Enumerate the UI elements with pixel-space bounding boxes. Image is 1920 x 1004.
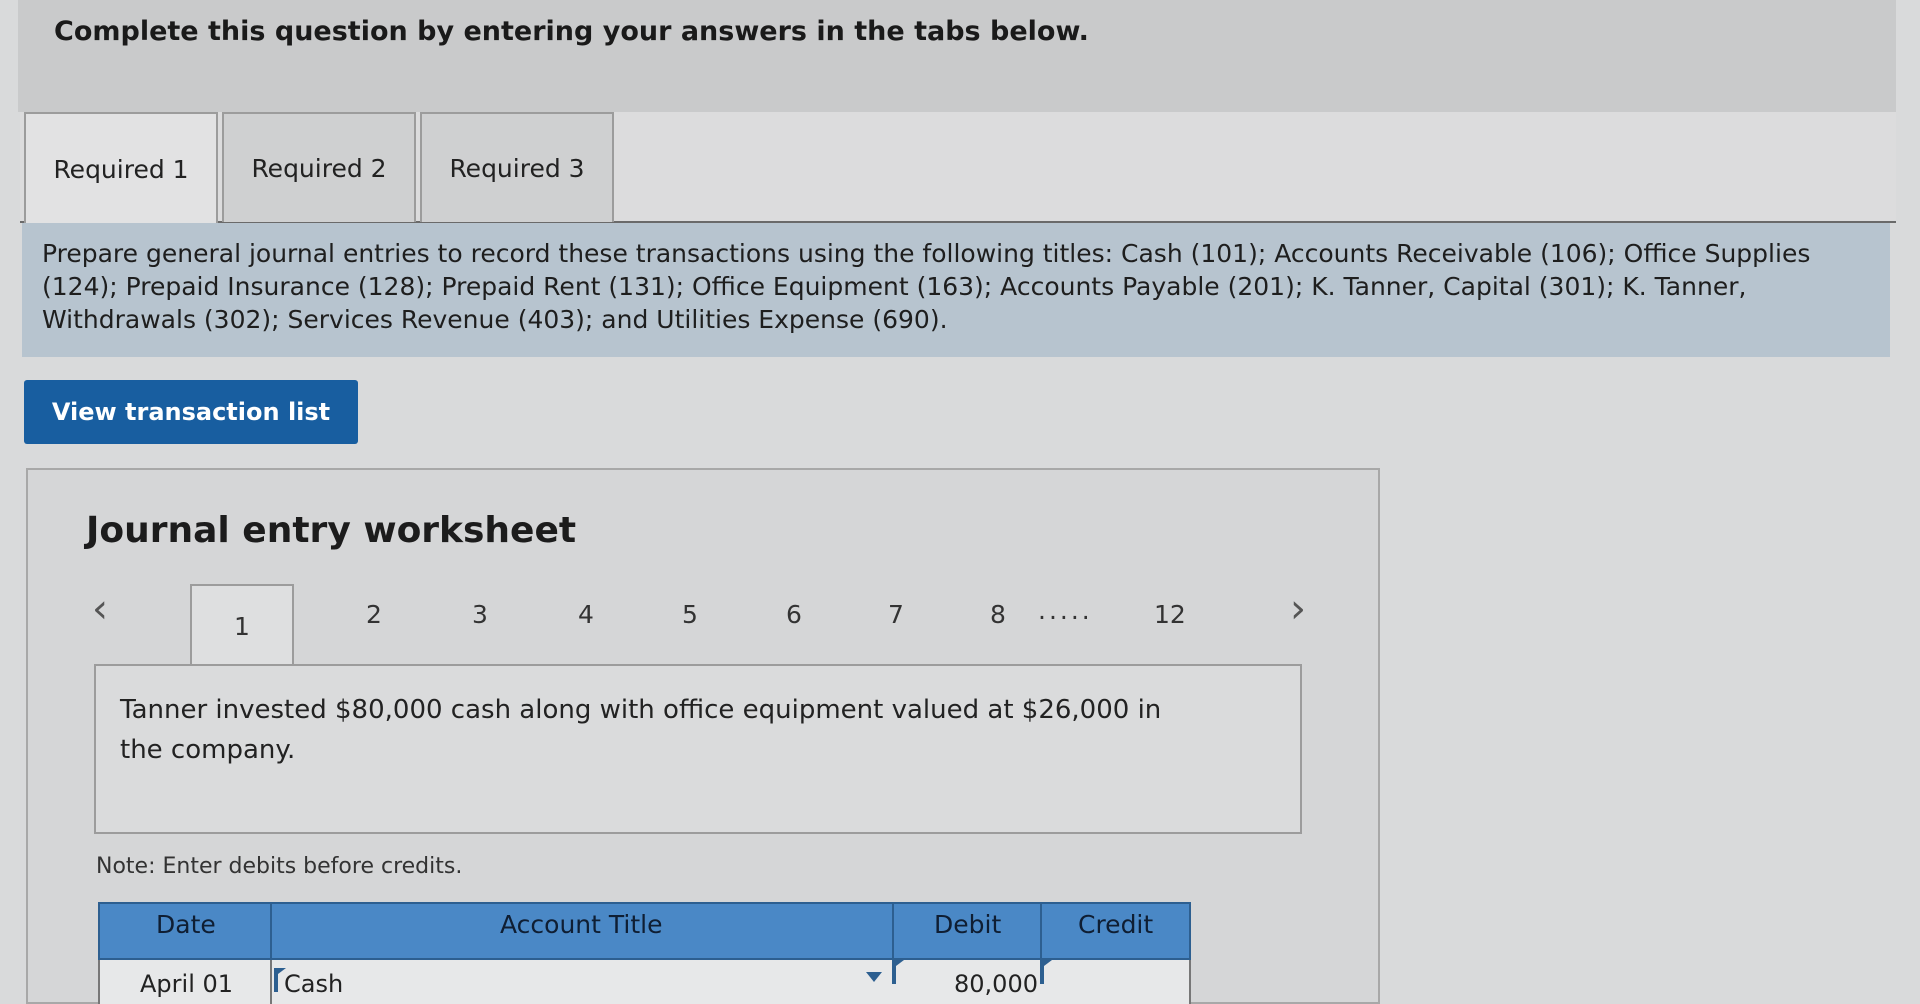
header-divider bbox=[892, 902, 894, 960]
page-tab-1[interactable]: 1 bbox=[190, 584, 294, 666]
instructions-panel: Prepare general journal entries to recor… bbox=[22, 223, 1890, 357]
header-divider bbox=[1040, 902, 1042, 960]
cell-divider bbox=[270, 960, 272, 1004]
page: Complete this question by entering your … bbox=[0, 0, 1920, 1004]
tab-label: Required 1 bbox=[53, 154, 189, 184]
chevron-right-icon[interactable]: › bbox=[1290, 586, 1306, 632]
pager-ellipsis: ..... bbox=[1038, 596, 1093, 625]
flag-icon bbox=[274, 968, 286, 992]
entry-note: Note: Enter debits before credits. bbox=[96, 854, 463, 879]
header-credit: Credit bbox=[1078, 910, 1154, 939]
header-date: Date bbox=[156, 910, 216, 939]
banner-text: Complete this question by entering your … bbox=[54, 16, 1089, 47]
flag-icon bbox=[892, 960, 904, 984]
flag-icon bbox=[1040, 960, 1052, 984]
row-date: April 01 bbox=[140, 970, 234, 998]
dropdown-arrow-icon[interactable] bbox=[866, 972, 882, 982]
account-title-input[interactable]: Cash bbox=[284, 970, 343, 998]
page-tab-5[interactable]: 5 bbox=[682, 600, 698, 629]
header-divider bbox=[270, 902, 272, 960]
instruction-banner: Complete this question by entering your … bbox=[18, 0, 1896, 112]
page-tab-2[interactable]: 2 bbox=[366, 600, 382, 629]
tab-required-2[interactable]: Required 2 bbox=[222, 112, 416, 222]
page-tab-8[interactable]: 8 bbox=[990, 600, 1006, 629]
header-debit: Debit bbox=[934, 910, 1002, 939]
page-tab-12[interactable]: 12 bbox=[1154, 600, 1186, 629]
debit-input[interactable]: 80,000 bbox=[954, 970, 1038, 998]
transaction-text: Tanner invested $80,000 cash along with … bbox=[120, 695, 1162, 765]
tab-label: Required 3 bbox=[449, 153, 585, 183]
chevron-left-icon[interactable]: ‹ bbox=[92, 586, 108, 632]
worksheet-title: Journal entry worksheet bbox=[86, 510, 577, 551]
tab-required-1[interactable]: Required 1 bbox=[24, 112, 218, 224]
page-tab-4[interactable]: 4 bbox=[578, 600, 594, 629]
view-transaction-list-button[interactable]: View transaction list bbox=[24, 380, 358, 444]
tab-required-3[interactable]: Required 3 bbox=[420, 112, 614, 222]
page-tab-6[interactable]: 6 bbox=[786, 600, 802, 629]
page-tab-7[interactable]: 7 bbox=[888, 600, 904, 629]
page-tab-3[interactable]: 3 bbox=[472, 600, 488, 629]
tab-label: Required 2 bbox=[251, 153, 387, 183]
header-account-title: Account Title bbox=[500, 910, 663, 939]
